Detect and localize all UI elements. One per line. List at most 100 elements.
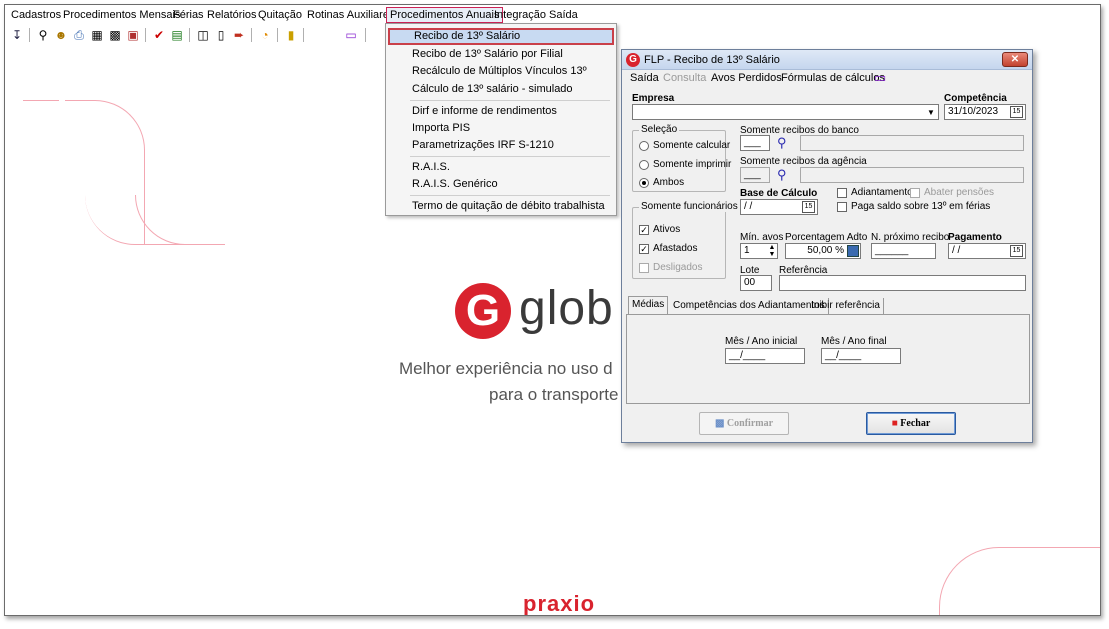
expand-icon[interactable]: ↧ [9, 27, 25, 43]
dialog-title: FLP - Recibo de 13º Salário [644, 54, 780, 66]
copy-icon[interactable]: ◫ [195, 27, 211, 43]
tab-competencias-adiantamentos[interactable]: Competências dos Adiantamentos [670, 298, 829, 314]
banco-code-field[interactable]: ___ [740, 135, 770, 151]
dialog-menu-avos-perdidos[interactable]: Avos Perdidos [711, 72, 782, 84]
mes-ano-inicial-field[interactable]: __/____ [725, 348, 805, 364]
save-icon: ▩ [714, 418, 725, 429]
menu-saida[interactable]: Saída [549, 9, 578, 21]
paga-saldo-checkbox[interactable] [837, 202, 847, 212]
empresa-label: Empresa [632, 93, 675, 104]
close-icon[interactable]: ✕ [1002, 52, 1028, 67]
menu-item-recalculo-vinculos[interactable]: Recálculo de Múltiplos Vínculos 13º [388, 63, 614, 80]
document-icon[interactable]: ▯ [213, 27, 229, 43]
agencia-label: Somente recibos da agência [740, 156, 867, 167]
desligados-label: Desligados [653, 262, 703, 273]
pagamento-label: Pagamento [948, 232, 1002, 243]
calendar-icon[interactable]: 15 [1010, 106, 1023, 118]
afastados-label: Afastados [653, 243, 698, 254]
menu-procedimentos-anuais[interactable]: Procedimentos Anuais [386, 7, 504, 23]
funcionarios-group: Somente funcionários ✓ Ativos ✓ Afastado… [632, 201, 740, 279]
search-icon[interactable]: ⚲ [777, 167, 787, 183]
base-calculo-label: Base de Cálculo [740, 188, 818, 199]
decorative-curve [65, 100, 145, 245]
dialog-menu-saida[interactable]: Saída [630, 72, 659, 84]
menu-rotinas-auxiliares[interactable]: Rotinas Auxiliares [307, 9, 394, 21]
menu-item-calculo-simulado[interactable]: Cálculo de 13º salário - simulado [388, 81, 614, 98]
agencia-code-field[interactable]: ___ [740, 167, 770, 183]
printer-icon[interactable]: ⎙ [71, 27, 87, 43]
calculator-icon[interactable]: ▦ [89, 27, 105, 43]
proximo-recibo-label: N. próximo recibo [871, 232, 950, 243]
menu-item-parametrizacoes-irf[interactable]: Parametrizações IRF S-1210 [388, 137, 614, 154]
fechar-button[interactable]: ■ Fechar [866, 412, 956, 435]
decorative-curve [939, 547, 1100, 615]
search-records-icon[interactable]: ⚲ [35, 27, 51, 43]
desligados-checkbox [639, 263, 649, 273]
menu-procedimentos-mensais[interactable]: Procedimentos Mensais [63, 9, 180, 21]
logo-wordmark: glob [519, 282, 614, 335]
exit-door-icon[interactable]: ▮ [283, 27, 299, 43]
afastados-checkbox[interactable]: ✓ [639, 244, 649, 254]
paga-saldo-label: Paga saldo sobre 13º em férias [851, 201, 991, 212]
min-avos-label: Mín. avos [740, 232, 784, 243]
recibo-13-dialog: G FLP - Recibo de 13º Salário ✕ Saída Co… [621, 49, 1033, 443]
menu-quitacao[interactable]: Quitação [258, 9, 302, 21]
mes-ano-inicial-label: Mês / Ano inicial [725, 336, 798, 347]
procedimentos-anuais-dropdown: Recibo de 13º Salário Recibo de 13º Salá… [385, 23, 617, 216]
main-window: Cadastros Procedimentos Mensais Férias R… [4, 4, 1101, 616]
lock-icon: ■ [891, 418, 898, 429]
abater-pensoes-checkbox [910, 188, 920, 198]
export-icon[interactable]: ➨ [231, 27, 247, 43]
radio-somente-imprimir[interactable] [639, 160, 649, 170]
report-icon[interactable]: ▣ [125, 27, 141, 43]
dialog-menu-formulas[interactable]: Fórmulas de cálculos [781, 72, 885, 84]
radio-ambos[interactable] [639, 178, 649, 188]
tab-medias[interactable]: Médias [628, 296, 669, 314]
pie-chart-icon[interactable]: ◔ [257, 27, 273, 43]
save-icon[interactable]: ▩ [107, 27, 123, 43]
calendar-icon[interactable]: 15 [802, 201, 815, 213]
menu-item-recibo-13-filial[interactable]: Recibo de 13º Salário por Filial [388, 46, 614, 63]
ativos-checkbox[interactable]: ✓ [639, 225, 649, 235]
dialog-titlebar[interactable]: G FLP - Recibo de 13º Salário ✕ [622, 50, 1032, 70]
radio-somente-calcular[interactable] [639, 141, 649, 151]
menu-relatorios[interactable]: Relatórios [207, 9, 257, 21]
menu-cadastros[interactable]: Cadastros [11, 9, 61, 21]
menu-item-rais-generico[interactable]: R.A.I.S. Genérico [388, 176, 614, 193]
confirmar-button[interactable]: ▩ Confirmar [699, 412, 789, 435]
menu-item-recibo-13[interactable]: Recibo de 13º Salário [388, 28, 614, 45]
empresa-combo[interactable] [632, 104, 939, 120]
proximo-recibo-field[interactable]: ______ [871, 243, 936, 259]
chevron-down-icon[interactable]: ▼ [927, 108, 935, 117]
menu-ferias[interactable]: Férias [173, 9, 204, 21]
ativos-label: Ativos [653, 224, 681, 235]
chart-icon[interactable]: ▤ [169, 27, 185, 43]
menu-item-termo-quitacao[interactable]: Termo de quitação de débito trabalhista [388, 198, 614, 215]
tab-inibir-referencia[interactable]: Inibir referência [808, 298, 884, 314]
adiantamento-checkbox[interactable] [837, 188, 847, 198]
menu-integracao[interactable]: Integração [494, 9, 546, 21]
monitor-icon[interactable]: ▭ [874, 70, 886, 86]
calculator-icon[interactable] [847, 245, 859, 257]
praxio-logo: praxio [523, 591, 596, 616]
somente-imprimir-label: Somente imprimir [653, 159, 732, 170]
menu-item-dirf[interactable]: Dirf e informe de rendimentos [388, 103, 614, 120]
mes-ano-final-field[interactable]: __/____ [821, 348, 901, 364]
app-icon: G [626, 53, 640, 67]
menu-item-rais[interactable]: R.A.I.S. [388, 159, 614, 176]
decorative-line [23, 100, 59, 101]
search-icon[interactable]: ⚲ [777, 135, 787, 151]
mes-ano-final-label: Mês / Ano final [821, 336, 887, 347]
porcentagem-label: Porcentagem Adto [785, 232, 868, 243]
dialog-menu-consulta: Consulta [663, 72, 707, 84]
menubar: Cadastros Procedimentos Mensais Férias R… [5, 5, 1100, 25]
users-icon[interactable]: ☻ [53, 27, 69, 43]
lote-field[interactable]: 00 [740, 275, 772, 291]
monitor-icon[interactable]: ▭ [343, 27, 359, 43]
referencia-field[interactable] [779, 275, 1026, 291]
adiantamento-label: Adiantamento [851, 187, 913, 198]
menu-item-importa-pis[interactable]: Importa PIS [388, 120, 614, 137]
check-icon[interactable]: ✔ [151, 27, 167, 43]
stepper-arrows-icon[interactable]: ▲ ▼ [767, 244, 777, 258]
calendar-icon[interactable]: 15 [1010, 245, 1023, 257]
